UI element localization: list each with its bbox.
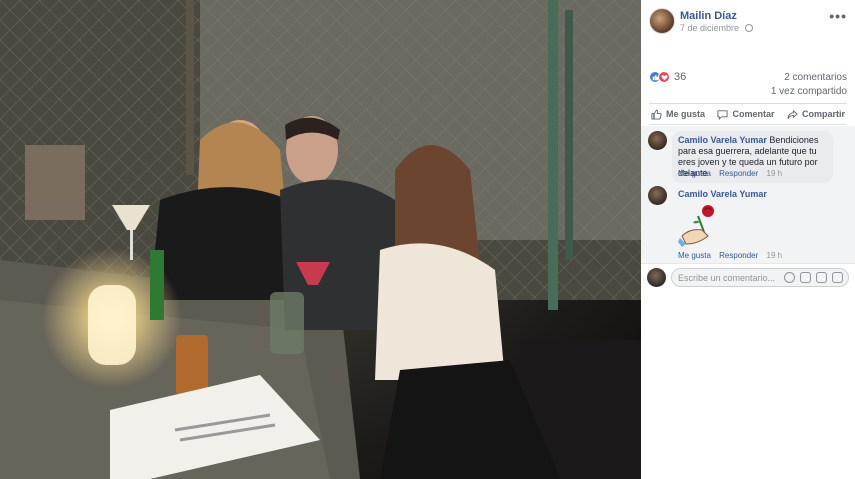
comment-time[interactable]: 19 h [767,169,783,178]
emoji-icon[interactable] [784,272,795,283]
gif-icon[interactable] [816,272,827,283]
post-header: Mailin Díaz 7 de diciembre ••• [649,8,847,36]
commenter-avatar[interactable] [648,186,667,205]
camera-icon[interactable] [800,272,811,283]
more-options-icon[interactable]: ••• [829,8,847,24]
share-button[interactable]: Compartir [787,109,845,120]
comment-item: Camilo Varela Yumar Me gusta Responder 1… [648,186,848,264]
comment-like-link[interactable]: Me gusta [678,251,711,260]
comment-icon [717,109,729,120]
globe-icon [744,24,753,32]
reaction-count: 36 [674,71,687,83]
comment-reply-link[interactable]: Responder [719,251,758,260]
like-button-label: Me gusta [666,109,706,119]
author-avatar[interactable] [649,8,675,34]
reactions-summary[interactable]: 36 [649,71,686,83]
composer-tools [784,272,843,283]
post-date-text[interactable]: 7 de diciembre [680,23,739,33]
sticker-icon[interactable] [832,272,843,283]
post-date[interactable]: 7 de diciembre [680,23,753,33]
comment-time[interactable]: 19 h [767,251,783,260]
comment-author[interactable]: Camilo Varela Yumar [678,189,767,199]
comment-author[interactable]: Camilo Varela Yumar [678,135,767,145]
comments-section: Camilo Varela Yumar Bendiciones para esa… [641,126,855,264]
rose-sticker-icon [678,205,714,247]
comment-item: Camilo Varela Yumar Bendiciones para esa… [648,131,848,183]
post-photo[interactable] [0,0,641,479]
love-reaction-icon [658,71,670,83]
comment-meta: Me gusta Responder 19 h [678,251,788,260]
comment-like-link[interactable]: Me gusta [678,169,711,178]
current-user-avatar[interactable] [647,268,666,287]
share-button-label: Compartir [801,109,845,119]
commenter-avatar[interactable] [648,131,667,150]
comment-composer [647,268,849,288]
comment-meta: Me gusta Responder 19 h [678,169,788,178]
comment-input-box[interactable] [671,268,849,287]
comment-button-label: Comentar [732,109,775,119]
post-stats: 36 2 comentarios 1 vez compartido [649,70,847,100]
photo-scene [0,0,641,479]
thumbs-up-icon [651,109,662,120]
like-button[interactable]: Me gusta [651,109,705,120]
post-actions: Me gusta Comentar Compartir [649,103,847,125]
shares-count-link[interactable]: 1 vez compartido [771,86,847,97]
author-name[interactable]: Mailin Díaz [680,10,737,22]
comment-input[interactable] [678,271,776,285]
comments-count-link[interactable]: 2 comentarios [784,72,847,83]
comment-button[interactable]: Comentar [717,109,775,120]
post-sidebar: Mailin Díaz 7 de diciembre ••• 36 2 come… [641,0,855,479]
comment-reply-link[interactable]: Responder [719,169,758,178]
share-arrow-icon [787,109,798,119]
